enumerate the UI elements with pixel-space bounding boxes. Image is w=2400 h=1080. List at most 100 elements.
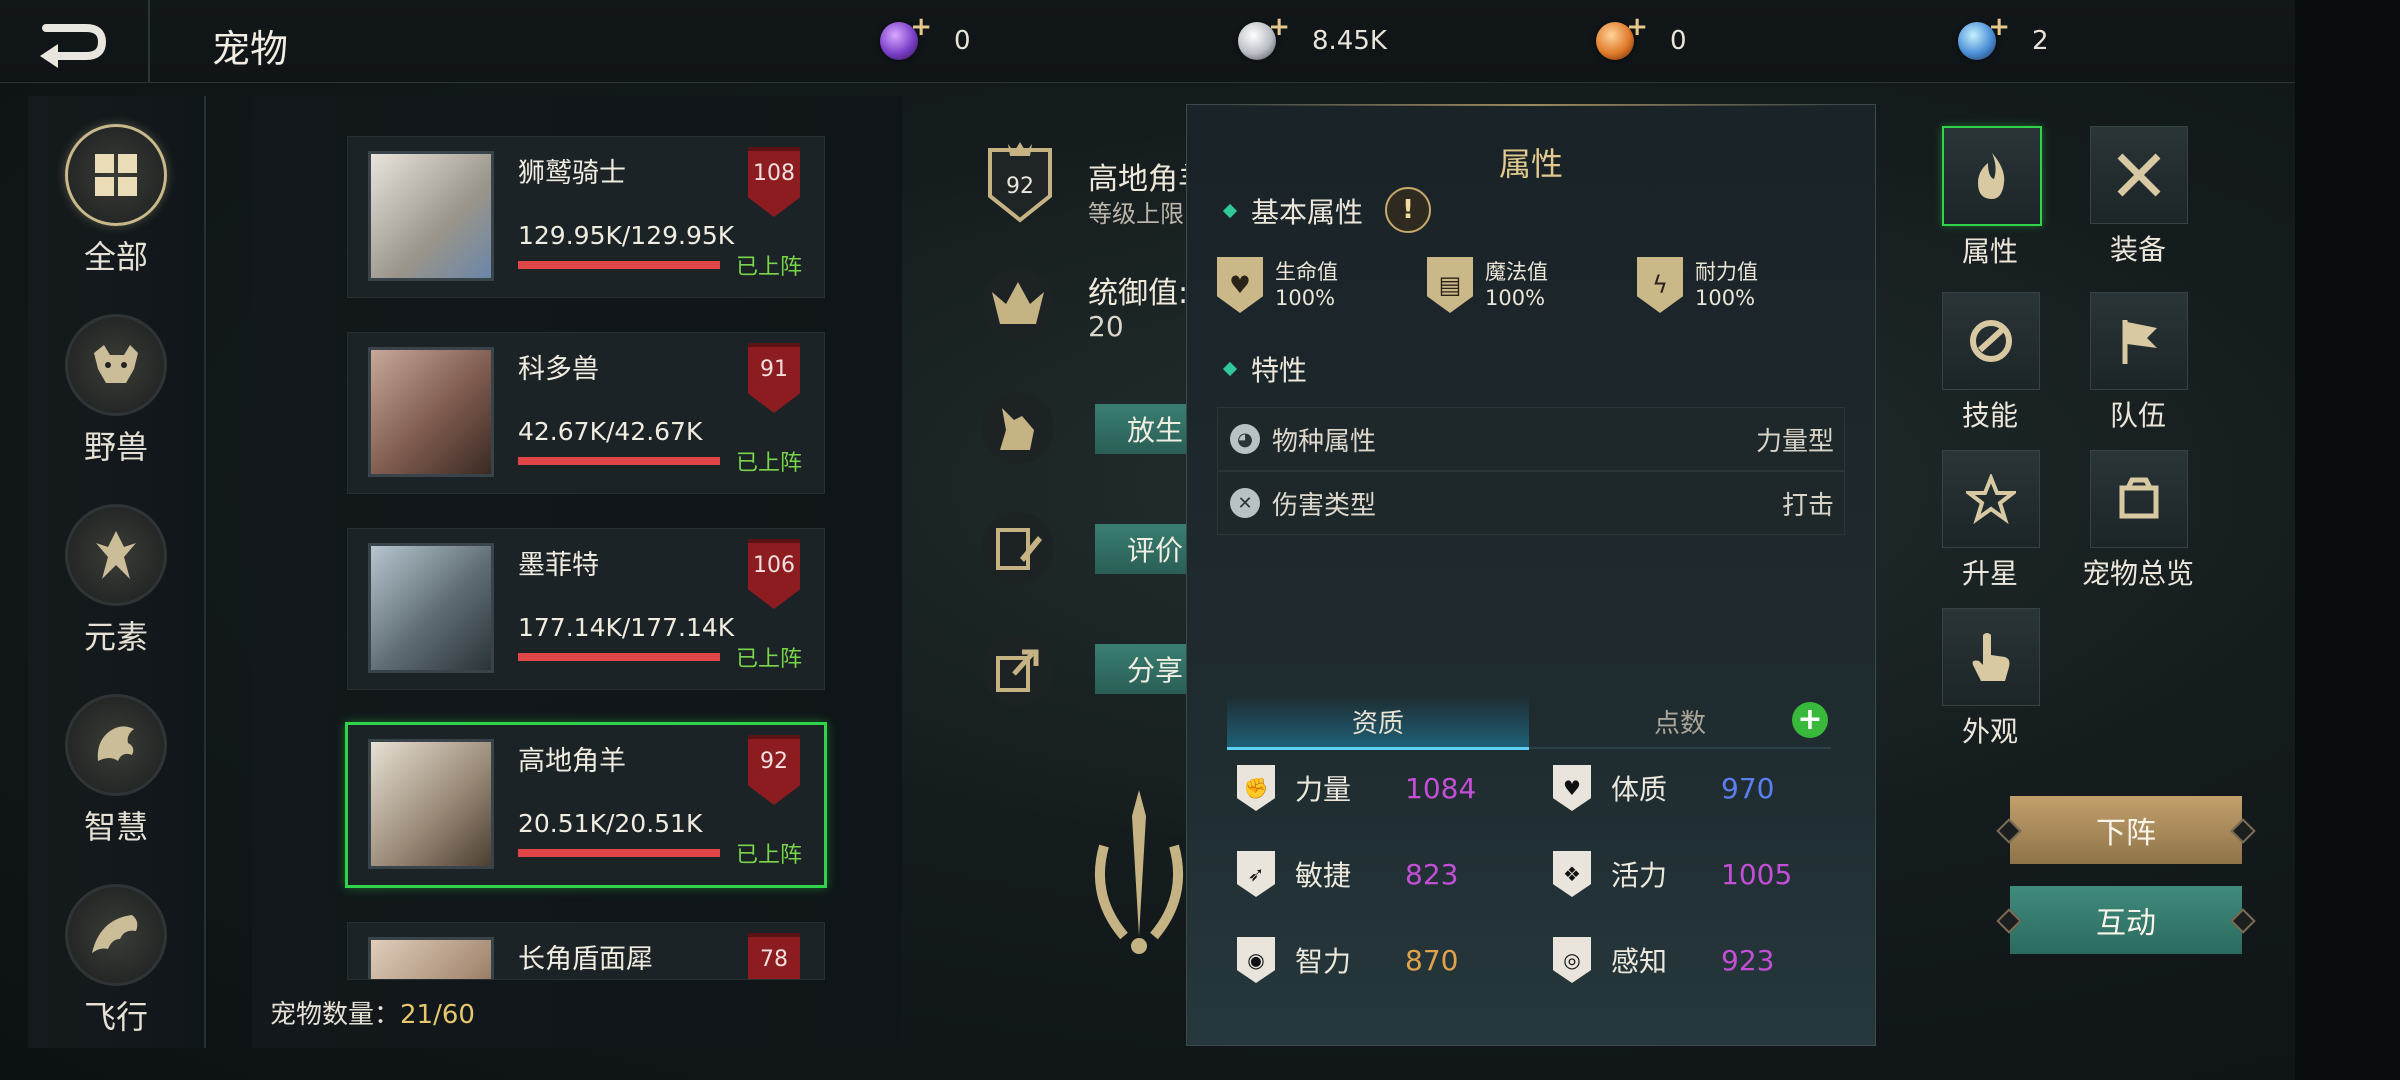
top-bar — [0, 0, 2295, 83]
level-badge: 78 — [748, 933, 800, 979]
crossed-swords-icon — [2090, 126, 2188, 224]
command-icon — [982, 268, 1054, 340]
pet-card[interactable]: 长角盾面犀 78 — [347, 922, 825, 980]
menu-team[interactable]: 队伍 — [2090, 292, 2188, 434]
menu-skills[interactable]: 技能 — [1942, 292, 2040, 434]
resource-value: 2 — [2032, 26, 2049, 56]
flag-icon — [2090, 292, 2188, 390]
brain-icon: ◉ — [1237, 937, 1275, 983]
category-flying[interactable]: 飞行 — [28, 884, 204, 1038]
level-badge: 92 — [748, 735, 800, 805]
category-label: 元素 — [83, 618, 148, 656]
attribute-panel: 属性 基本属性 ! ♥ 生命值 100% ▤ 魔法值 100% ϟ 耐力值 100% … — [1186, 104, 1876, 1046]
boot-icon: ➶ — [1237, 851, 1275, 897]
panel-ornament — [1220, 104, 1840, 106]
unassign-button[interactable]: 下阵 — [2010, 796, 2242, 864]
level-crest-icon: 92 — [984, 142, 1056, 223]
menu-appearance[interactable]: 外观 — [1942, 608, 2040, 750]
menu-pet-overview[interactable]: 宠物总览 — [2082, 450, 2194, 592]
review-icon — [982, 512, 1054, 584]
category-label: 野兽 — [83, 428, 148, 466]
heart-icon: ♥ — [1217, 257, 1263, 313]
element-icon — [65, 504, 167, 606]
pet-card[interactable]: 科多兽 42.67K/42.67K 已上阵 91 — [347, 332, 825, 494]
star-icon — [1942, 450, 2040, 548]
category-sidebar: 全部 野兽 元素 智慧 飞行 — [28, 96, 206, 1048]
deployed-status: 已上阵 — [736, 451, 803, 476]
category-wisdom[interactable]: 智慧 — [28, 694, 204, 848]
lightning-icon: ϟ — [1637, 257, 1683, 313]
category-label: 全部 — [83, 238, 148, 276]
aptitude-tabs: 资质 点数 — [1227, 695, 1831, 750]
deployed-status: 已上阵 — [736, 647, 803, 672]
resource-purple-gem[interactable]: + 0 — [880, 12, 971, 64]
category-beast[interactable]: 野兽 — [28, 314, 204, 468]
blue-crystal-icon: + — [1958, 12, 2010, 60]
level-badge: 91 — [748, 343, 800, 413]
pet-name: 长角盾面犀 — [518, 944, 653, 975]
pet-hp: 129.95K/129.95K — [518, 221, 735, 250]
pet-name: 狮鹫骑士 — [518, 158, 626, 189]
resource-orange-gem[interactable]: + 0 — [1596, 12, 1687, 64]
aptitude-constitution: ♥ 体质 970 — [1553, 765, 1774, 811]
tab-aptitude[interactable]: 资质 — [1227, 695, 1529, 750]
panel-title: 属性 — [1498, 145, 1563, 183]
eye-icon: ◎ — [1553, 937, 1591, 983]
category-element[interactable]: 元素 — [28, 504, 204, 658]
resource-silver-coin[interactable]: + 8.45K — [1238, 12, 1387, 64]
pet-portrait — [368, 937, 494, 979]
level-badge: 108 — [748, 147, 800, 217]
pet-hp: 20.51K/20.51K — [518, 809, 703, 838]
hp-bar — [518, 849, 720, 857]
pet-count: 宠物数量：21/60 — [270, 1000, 475, 1030]
interact-button[interactable]: 互动 — [2010, 886, 2242, 954]
grid-icon — [65, 124, 167, 226]
pet-hp: 42.67K/42.67K — [518, 417, 703, 446]
wisdom-icon — [65, 694, 167, 796]
deployed-status: 已上阵 — [736, 255, 803, 280]
crossed-swords-icon: ✕ — [1230, 488, 1260, 518]
pet-card[interactable]: 墨菲特 177.14K/177.14K 已上阵 106 — [347, 528, 825, 690]
flying-icon — [65, 884, 167, 986]
aptitude-agility: ➶ 敏捷 823 — [1237, 851, 1458, 897]
flame-icon — [1942, 126, 2042, 226]
resource-value: 0 — [954, 26, 971, 56]
back-button[interactable] — [38, 14, 110, 70]
header-divider — [148, 0, 150, 82]
pet-hp: 177.14K/177.14K — [518, 613, 735, 642]
wolf-icon — [982, 392, 1054, 464]
pet-portrait — [368, 739, 494, 869]
pet-card[interactable]: 狮鹫骑士 129.95K/129.95K 已上阵 108 — [347, 136, 825, 298]
aptitude-vitality: ❖ 活力 1005 — [1553, 851, 1792, 897]
command-label: 统御值: — [1088, 276, 1189, 311]
menu-equipment[interactable]: 装备 — [2090, 126, 2188, 268]
beast-icon — [65, 314, 167, 416]
pet-card-selected[interactable]: 高地角羊 20.51K/20.51K 已上阵 92 — [345, 722, 827, 888]
laurel-emblem-icon — [1084, 786, 1194, 956]
resource-value: 8.45K — [1312, 26, 1387, 56]
purple-gem-icon: + — [880, 12, 932, 60]
aptitude-perception: ◎ 感知 923 — [1553, 937, 1774, 983]
resource-blue-crystal[interactable]: + 2 — [1958, 12, 2049, 64]
info-alert-icon[interactable]: ! — [1385, 187, 1431, 233]
stat-mana: ▤ 魔法值 100% — [1427, 257, 1548, 313]
tab-points[interactable]: 点数 — [1529, 695, 1831, 747]
hp-bar — [518, 457, 720, 465]
pet-name: 墨菲特 — [518, 550, 599, 581]
screen-edge — [2295, 0, 2400, 1080]
page-title: 宠物 — [212, 27, 289, 71]
book-icon: ▤ — [1427, 257, 1473, 313]
hp-bar — [518, 653, 720, 661]
silver-coin-icon: + — [1238, 12, 1290, 60]
category-label: 飞行 — [83, 998, 148, 1036]
pet-portrait — [368, 543, 494, 673]
category-all[interactable]: 全部 — [28, 124, 204, 278]
category-label: 智慧 — [83, 808, 148, 846]
add-points-button[interactable]: + — [1792, 702, 1828, 738]
back-arrow-icon — [40, 24, 107, 68]
orange-gem-icon: + — [1596, 12, 1648, 60]
vitality-icon: ❖ — [1553, 851, 1591, 897]
menu-attributes[interactable]: 属性 — [1942, 126, 2042, 270]
level-badge: 106 — [748, 539, 800, 609]
menu-star-up[interactable]: 升星 — [1942, 450, 2040, 592]
